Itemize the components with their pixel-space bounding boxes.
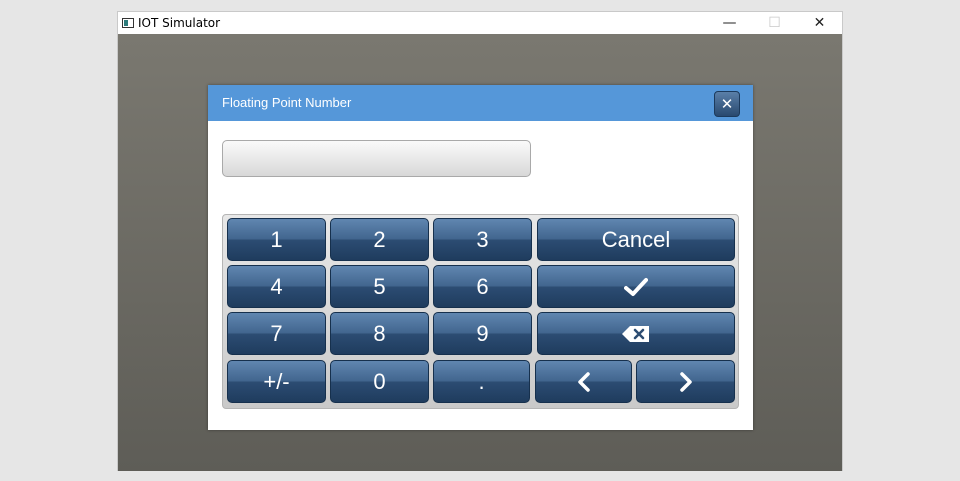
chevron-left-icon bbox=[577, 371, 591, 392]
key-2[interactable]: 2 bbox=[330, 218, 429, 261]
close-window-button[interactable]: ✕ bbox=[797, 12, 842, 34]
title-bar[interactable]: IOT Simulator — ☐ ✕ bbox=[118, 12, 842, 34]
simulator-screen: Floating Point Number ✕ 1 2 3 Cancel 4 5… bbox=[118, 34, 842, 471]
confirm-button[interactable] bbox=[537, 265, 735, 308]
minimize-button[interactable]: — bbox=[707, 12, 752, 34]
decimal-key[interactable]: . bbox=[433, 360, 530, 403]
maximize-button[interactable]: ☐ bbox=[752, 12, 797, 34]
checkmark-icon bbox=[624, 277, 648, 297]
numeric-keypad: 1 2 3 Cancel 4 5 6 7 8 9 +/- 0 . bbox=[222, 214, 739, 409]
key-1[interactable]: 1 bbox=[227, 218, 326, 261]
app-window: IOT Simulator — ☐ ✕ Floating Point Numbe… bbox=[117, 11, 843, 471]
key-3[interactable]: 3 bbox=[433, 218, 532, 261]
key-6[interactable]: 6 bbox=[433, 265, 532, 308]
cancel-button[interactable]: Cancel bbox=[537, 218, 735, 261]
key-7[interactable]: 7 bbox=[227, 312, 326, 355]
key-9[interactable]: 9 bbox=[433, 312, 532, 355]
number-input-field[interactable] bbox=[222, 140, 531, 177]
key-0[interactable]: 0 bbox=[330, 360, 429, 403]
cursor-left-button[interactable] bbox=[535, 360, 632, 403]
dialog-title: Floating Point Number bbox=[222, 95, 352, 110]
app-icon bbox=[122, 18, 134, 28]
key-8[interactable]: 8 bbox=[330, 312, 429, 355]
key-4[interactable]: 4 bbox=[227, 265, 326, 308]
dialog-header: Floating Point Number ✕ bbox=[208, 85, 753, 121]
window-title: IOT Simulator bbox=[138, 16, 221, 30]
number-entry-dialog: Floating Point Number ✕ 1 2 3 Cancel 4 5… bbox=[208, 85, 753, 430]
key-5[interactable]: 5 bbox=[330, 265, 429, 308]
dialog-close-button[interactable]: ✕ bbox=[714, 91, 740, 117]
chevron-right-icon bbox=[679, 371, 693, 392]
backspace-icon bbox=[621, 325, 651, 343]
plus-minus-key[interactable]: +/- bbox=[227, 360, 326, 403]
backspace-button[interactable] bbox=[537, 312, 735, 355]
cursor-right-button[interactable] bbox=[636, 360, 735, 403]
window-controls: — ☐ ✕ bbox=[707, 12, 842, 34]
